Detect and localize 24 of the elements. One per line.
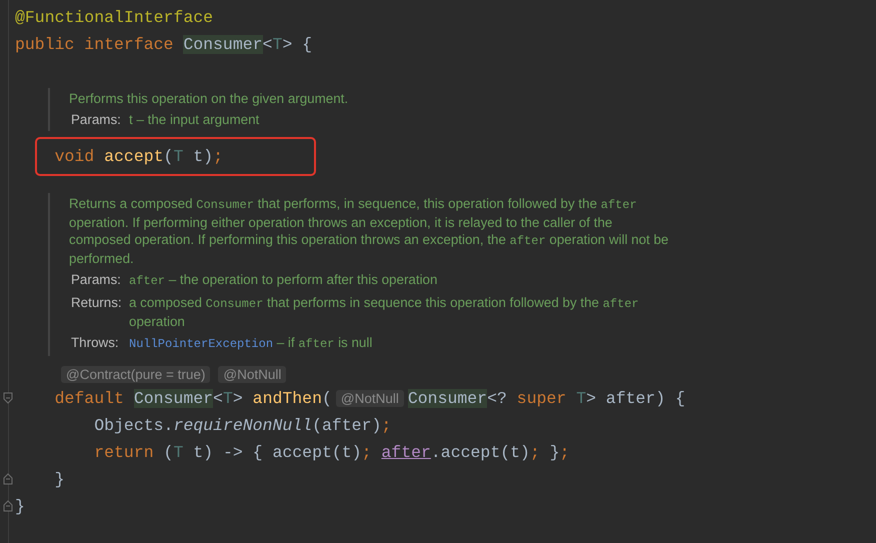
doc-label: Throws:	[70, 334, 120, 352]
code-text: Consumer<? super T> after) {	[408, 389, 686, 408]
code-text: }	[54, 470, 65, 489]
doc-value: after – the operation to perform after this operation	[129, 271, 438, 290]
code-text: return (T t) -> { accept(t); after.accept(t); };	[93, 443, 570, 462]
inlay-hint: @Contract(pure = true)	[61, 366, 210, 383]
code-text: @FunctionalInterface	[15, 8, 214, 27]
inlay-hint: @NotNull	[218, 366, 286, 383]
code-text: void accept(T t);	[54, 147, 223, 166]
doc-label: Params:	[70, 271, 122, 289]
doc-value: t – the input argument	[129, 111, 260, 128]
doc-label: Params:	[70, 111, 122, 128]
doc-value: NullPointerException – if after is null	[129, 334, 372, 353]
inlay-hint: @NotNull	[336, 390, 404, 407]
code-text: Objects.requireNonNull(after);	[93, 416, 392, 435]
fold-icon[interactable]	[3, 473, 13, 485]
code-text: public interface Consumer<T> {	[15, 35, 312, 54]
doc-text: Performs this operation on the given argument.	[69, 90, 350, 107]
fold-icon[interactable]	[3, 500, 13, 512]
code-text: default Consumer<T> andThen(	[54, 389, 332, 408]
fold-icon[interactable]	[3, 392, 13, 404]
doc-label: Returns:	[70, 294, 123, 312]
doc-text: Returns a composed Consumer that performs, in sequence, this operation followed by the after operation. If performing either operation throws an exception, it is relayed to the caller of the composed operation. If performing this operation throws an exception, the after operation will not be performed.	[69, 195, 669, 267]
code-text: }	[15, 497, 25, 516]
